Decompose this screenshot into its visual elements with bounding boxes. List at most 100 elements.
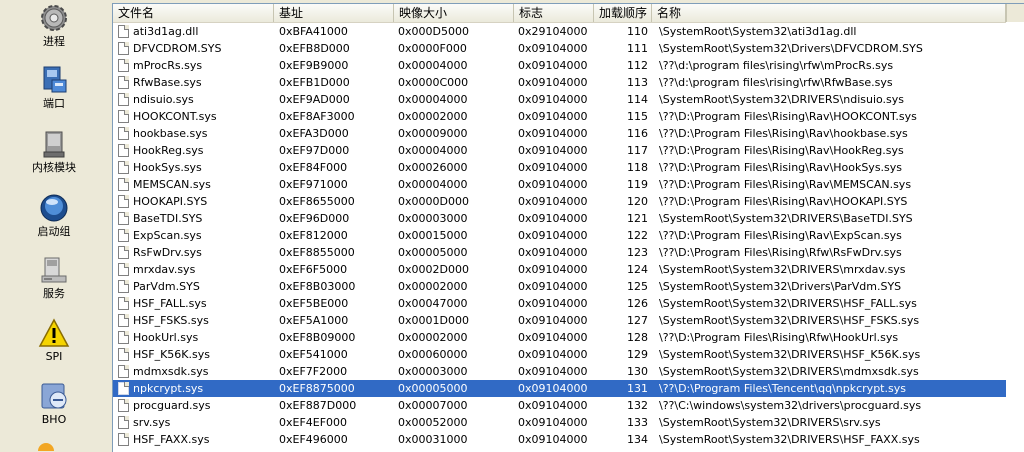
scrollbar-top[interactable] xyxy=(1006,4,1024,22)
file-icon xyxy=(118,93,129,106)
sidebar-item-services[interactable]: 服务 xyxy=(0,254,108,300)
table-row[interactable]: procguard.sys 0xEF887D000 0x00007000 0x0910… xyxy=(113,397,1006,414)
cell-path: \SystemRoot\System32\Drivers\ParVdm.SYS xyxy=(659,280,902,293)
column-header-name[interactable]: 名称 xyxy=(652,4,1006,22)
table-row[interactable]: ExpScan.sys 0xEF812000 0x00015000 0x0910400… xyxy=(113,227,1006,244)
cell-filename: ParVdm.SYS xyxy=(133,280,200,293)
cell-path: \SystemRoot\System32\DRIVERS\BaseTDI.SYS xyxy=(659,212,913,225)
cell-flags: 0x09104000 xyxy=(518,178,588,191)
cell-image-size: 0x0000C000 xyxy=(398,76,469,89)
file-icon xyxy=(118,195,129,208)
cell-filename: RsFwDrv.sys xyxy=(133,246,202,259)
sidebar-item-startup[interactable]: 启动组 xyxy=(0,192,108,238)
table-row[interactable]: npkcrypt.sys 0xEF8875000 0x00005000 0x09104… xyxy=(113,380,1006,397)
sidebar-nav: 进程 端口 内核模块 启动组 服务 SPI BHO xyxy=(0,0,108,451)
cell-path: \SystemRoot\System32\Drivers\DFVCDROM.SY… xyxy=(659,42,923,55)
cell-flags: 0x09104000 xyxy=(518,382,588,395)
cell-load-order: 113 xyxy=(627,76,648,89)
table-row[interactable]: DFVCDROM.SYS 0xEFB8D000 0x0000F000 0x091040… xyxy=(113,40,1006,57)
cell-image-size: 0x00004000 xyxy=(398,59,468,72)
cell-path: \SystemRoot\System32\DRIVERS\mdmxsdk.sys xyxy=(659,365,919,378)
cell-load-order: 118 xyxy=(627,161,648,174)
sidebar-item-kernel-modules[interactable]: 内核模块 xyxy=(0,128,108,174)
table-row[interactable]: HookSys.sys 0xEF84F000 0x00026000 0x0910400… xyxy=(113,159,1006,176)
sidebar-item-label: 端口 xyxy=(43,97,65,110)
table-row[interactable]: ati3d1ag.dll 0xBFA41000 0x000D5000 0x291040… xyxy=(113,23,1006,40)
cell-flags: 0x09104000 xyxy=(518,229,588,242)
cell-path: \SystemRoot\System32\DRIVERS\srv.sys xyxy=(659,416,881,429)
column-header-image-size[interactable]: 映像大小 xyxy=(394,4,514,22)
module-list-view[interactable]: 文件名 基址 映像大小 标志 加载顺序 名称 ati3d1ag.dll 0xBFA… xyxy=(112,3,1024,452)
table-row[interactable]: srv.sys 0xEF4EF000 0x00052000 0x09104000 133… xyxy=(113,414,1006,431)
cell-path: \??\D:\Program Files\Rising\Rav\HOOKCONT… xyxy=(659,110,917,123)
table-row[interactable]: HSF_FAXX.sys 0xEF496000 0x00031000 0x091040… xyxy=(113,431,1006,448)
file-icon xyxy=(118,348,129,361)
file-icon xyxy=(118,314,129,327)
cell-path: \??\d:\program files\rising\rfw\RfwBase.… xyxy=(659,76,893,89)
sidebar-item-bho[interactable]: BHO xyxy=(0,380,108,426)
cell-image-size: 0x00005000 xyxy=(398,246,468,259)
service-computer-icon xyxy=(38,254,70,286)
column-header-filename[interactable]: 文件名 xyxy=(113,4,274,22)
cell-filename: npkcrypt.sys xyxy=(133,382,204,395)
file-icon xyxy=(118,127,129,140)
cell-load-order: 110 xyxy=(627,25,648,38)
file-icon xyxy=(118,416,129,429)
file-icon xyxy=(118,59,129,72)
cell-image-size: 0x00031000 xyxy=(398,433,468,446)
table-row[interactable]: HookReg.sys 0xEF97D000 0x00004000 0x0910400… xyxy=(113,142,1006,159)
table-row[interactable]: RfwBase.sys 0xEFB1D000 0x0000C000 0x0910400… xyxy=(113,74,1006,91)
cell-flags: 0x09104000 xyxy=(518,280,588,293)
column-header-base-address[interactable]: 基址 xyxy=(274,4,394,22)
cell-flags: 0x09104000 xyxy=(518,93,588,106)
table-row[interactable]: HSF_FALL.sys 0xEF5BE000 0x00047000 0x091040… xyxy=(113,295,1006,312)
table-row[interactable]: ParVdm.SYS 0xEF8B03000 0x00002000 0x0910400… xyxy=(113,278,1006,295)
cell-image-size: 0x0002D000 xyxy=(398,263,469,276)
sidebar-item-spi[interactable]: SPI xyxy=(0,317,108,363)
table-row[interactable]: MEMSCAN.sys 0xEF971000 0x00004000 0x0910400… xyxy=(113,176,1006,193)
table-row[interactable]: RsFwDrv.sys 0xEF8855000 0x00005000 0x091040… xyxy=(113,244,1006,261)
table-row[interactable]: HSF_FSKS.sys 0xEF5A1000 0x0001D000 0x091040… xyxy=(113,312,1006,329)
table-row[interactable]: HOOKCONT.sys 0xEF8AF3000 0x00002000 0x09104… xyxy=(113,108,1006,125)
file-icon xyxy=(118,399,129,412)
cell-base-address: 0xBFA41000 xyxy=(279,25,348,38)
column-header-load-order[interactable]: 加载顺序 xyxy=(594,4,652,22)
table-row[interactable]: mProcRs.sys 0xEF9B9000 0x00004000 0x0910400… xyxy=(113,57,1006,74)
table-row[interactable]: mrxdav.sys 0xEF6F5000 0x0002D000 0x09104000… xyxy=(113,261,1006,278)
cell-image-size: 0x00002000 xyxy=(398,110,468,123)
cell-load-order: 134 xyxy=(627,433,648,446)
table-row[interactable]: HSF_K56K.sys 0xEF541000 0x00060000 0x091040… xyxy=(113,346,1006,363)
file-icon xyxy=(118,76,129,89)
cell-filename: HookReg.sys xyxy=(133,144,204,157)
cell-image-size: 0x0000D000 xyxy=(398,195,469,208)
cell-base-address: 0xEF5BE000 xyxy=(279,297,349,310)
cell-image-size: 0x000D5000 xyxy=(398,25,469,38)
sidebar-item-label: BHO xyxy=(41,413,67,426)
table-row[interactable]: ndisuio.sys 0xEF9AD000 0x00004000 0x0910400… xyxy=(113,91,1006,108)
table-row[interactable]: hookbase.sys 0xEFA3D000 0x00009000 0x091040… xyxy=(113,125,1006,142)
cell-path: \??\D:\Program Files\Rising\Rfw\HookUrl.… xyxy=(659,331,899,344)
cell-load-order: 129 xyxy=(627,348,648,361)
file-icon xyxy=(118,263,129,276)
sidebar-item-label: SPI xyxy=(45,350,63,363)
column-header-flags[interactable]: 标志 xyxy=(514,4,594,22)
cell-flags: 0x09104000 xyxy=(518,399,588,412)
sidebar-item-processes[interactable]: 进程 xyxy=(0,2,108,48)
cell-image-size: 0x00052000 xyxy=(398,416,468,429)
table-row[interactable]: mdmxsdk.sys 0xEF7F2000 0x00003000 0x0910400… xyxy=(113,363,1006,380)
cell-base-address: 0xEFA3D000 xyxy=(279,127,349,140)
cell-load-order: 133 xyxy=(627,416,648,429)
cell-flags: 0x09104000 xyxy=(518,195,588,208)
cell-load-order: 130 xyxy=(627,365,648,378)
cell-base-address: 0xEFB8D000 xyxy=(279,42,350,55)
cell-base-address: 0xEF971000 xyxy=(279,178,348,191)
sidebar-item-ports[interactable]: 端口 xyxy=(0,64,108,110)
cell-base-address: 0xEF9B9000 xyxy=(279,59,349,72)
cell-flags: 0x09104000 xyxy=(518,42,588,55)
table-row[interactable]: BaseTDI.SYS 0xEF96D000 0x00003000 0x0910400… xyxy=(113,210,1006,227)
cell-load-order: 120 xyxy=(627,195,648,208)
table-row[interactable]: HookUrl.sys 0xEF8B09000 0x00002000 0x091040… xyxy=(113,329,1006,346)
table-row[interactable]: HOOKAPI.SYS 0xEF8655000 0x0000D000 0x091040… xyxy=(113,193,1006,210)
cell-image-size: 0x00004000 xyxy=(398,93,468,106)
cell-path: \??\D:\Program Files\Rising\Rav\hookbase… xyxy=(659,127,908,140)
